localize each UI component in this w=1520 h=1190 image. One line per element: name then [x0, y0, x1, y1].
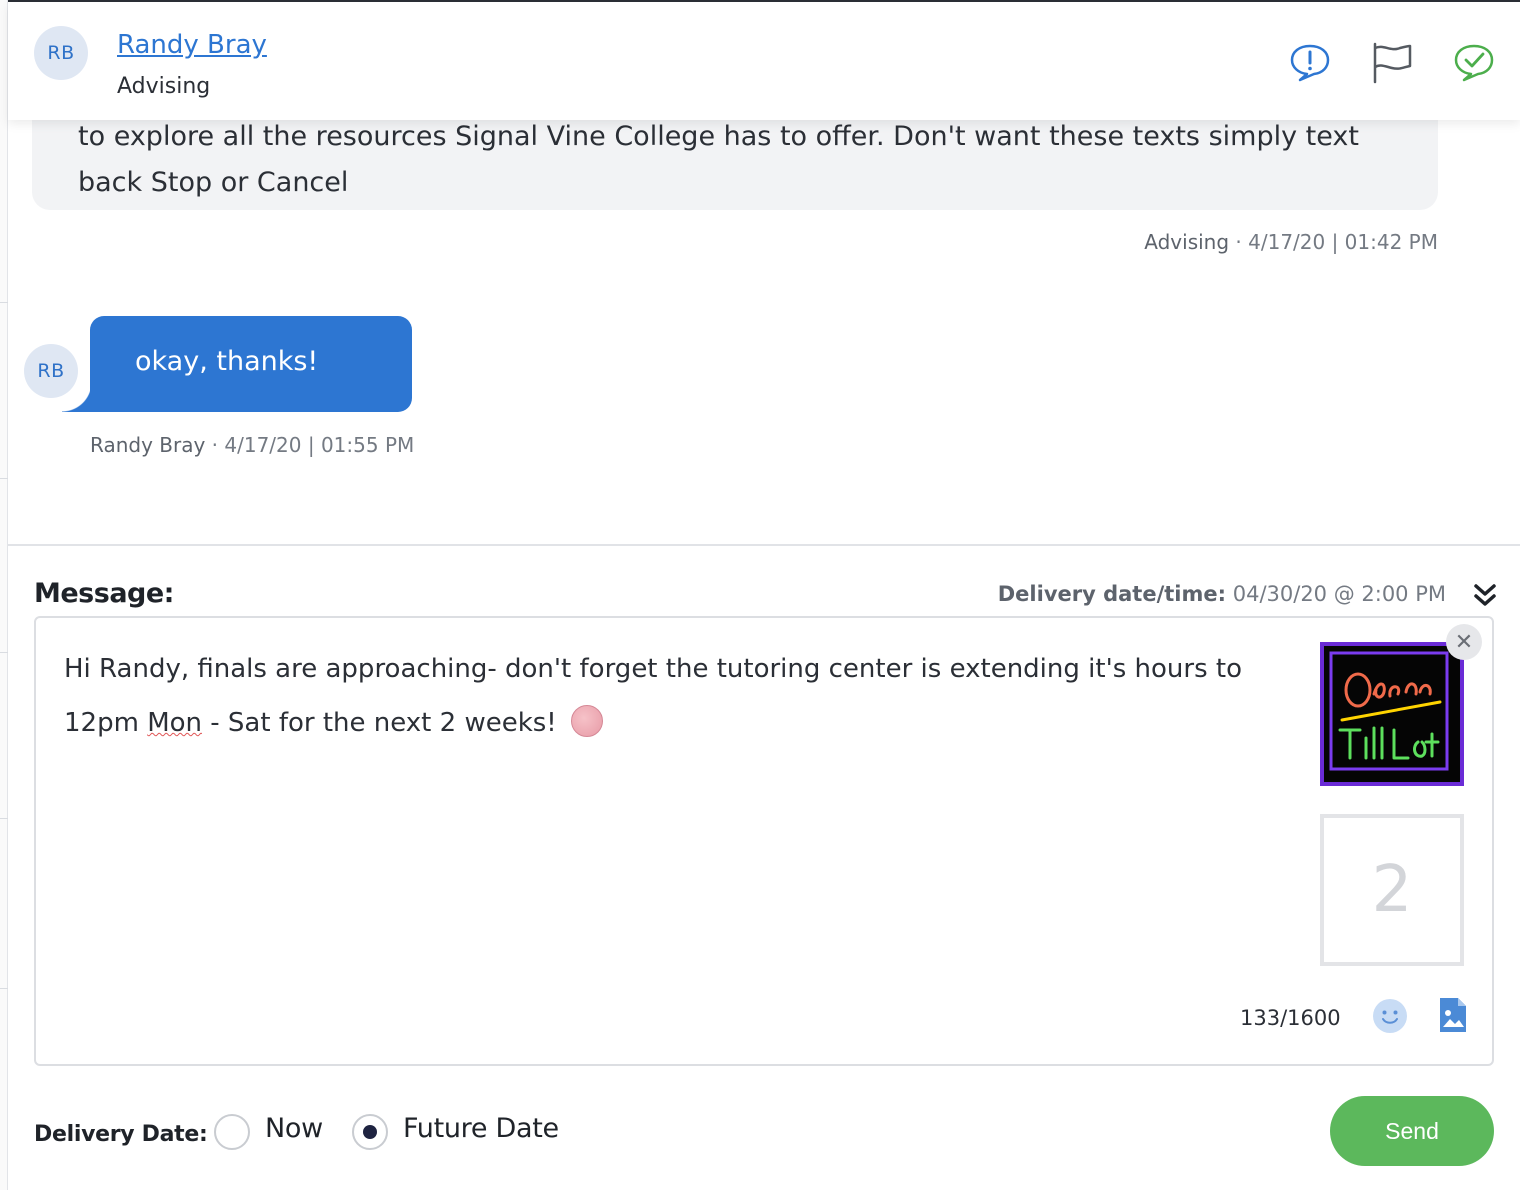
contact-name-link[interactable]: Randy Bray — [117, 30, 267, 60]
incoming-message-text: okay, thanks! — [135, 346, 319, 377]
outgoing-message-meta: Advising · 4/17/20 | 01:42 PM — [1144, 230, 1438, 254]
brain-emoji-icon — [571, 705, 603, 737]
contact-avatar: RB — [34, 26, 88, 80]
character-count: 133/1600 — [1240, 1006, 1341, 1030]
delivery-datetime-label: Delivery date/time: — [997, 582, 1227, 606]
incoming-timestamp: 4/17/20 | 01:55 PM — [224, 433, 415, 457]
alert-bubble-icon[interactable] — [1288, 40, 1332, 84]
image-file-icon[interactable] — [1438, 996, 1468, 1034]
flag-icon[interactable] — [1370, 40, 1414, 84]
neon-open-sign-icon — [1329, 651, 1449, 771]
message-label: Message: — [34, 578, 174, 609]
message-textarea[interactable]: Hi Randy, finals are approaching- don't … — [34, 616, 1494, 1066]
outgoing-timestamp: 4/17/20 | 01:42 PM — [1248, 230, 1438, 254]
message-text-part2: - Sat for the next 2 weeks! — [202, 708, 557, 738]
radio-future-date[interactable] — [352, 1114, 388, 1150]
radio-now[interactable] — [214, 1114, 250, 1150]
outgoing-sender: Advising — [1144, 230, 1230, 254]
attachment-image-thumbnail[interactable] — [1320, 642, 1464, 786]
incoming-message-meta: Randy Bray · 4/17/20 | 01:55 PM — [90, 433, 415, 457]
radio-future-date-label[interactable]: Future Date — [403, 1113, 559, 1144]
radio-now-label[interactable]: Now — [265, 1113, 323, 1144]
send-button[interactable]: Send — [1330, 1096, 1494, 1166]
chevron-double-down-icon[interactable] — [1472, 582, 1498, 610]
remove-attachment-button[interactable]: ✕ — [1446, 624, 1482, 660]
message-text[interactable]: Hi Randy, finals are approaching- don't … — [64, 642, 1274, 750]
check-bubble-icon[interactable] — [1452, 40, 1496, 84]
contact-department: Advising — [117, 74, 211, 99]
incoming-message-bubble: okay, thanks! — [62, 316, 412, 412]
delivery-datetime-value: 04/30/20 @ 2:00 PM — [1232, 582, 1446, 606]
emoji-icon[interactable] — [1372, 998, 1408, 1034]
conversation-header: RB Randy Bray Advising — [8, 2, 1520, 120]
delivery-datetime-info: Delivery date/time: 04/30/20 @ 2:00 PM — [998, 582, 1446, 606]
outgoing-message-text: to explore all the resources Signal Vine… — [78, 121, 1359, 198]
composer-divider — [8, 544, 1520, 546]
left-rail — [0, 0, 8, 1190]
attachment-placeholder[interactable]: 2 — [1320, 814, 1464, 966]
incoming-sender: Randy Bray — [90, 433, 206, 457]
delivery-date-label: Delivery Date: — [34, 1122, 208, 1147]
misspelled-word[interactable]: Mon — [147, 708, 202, 738]
